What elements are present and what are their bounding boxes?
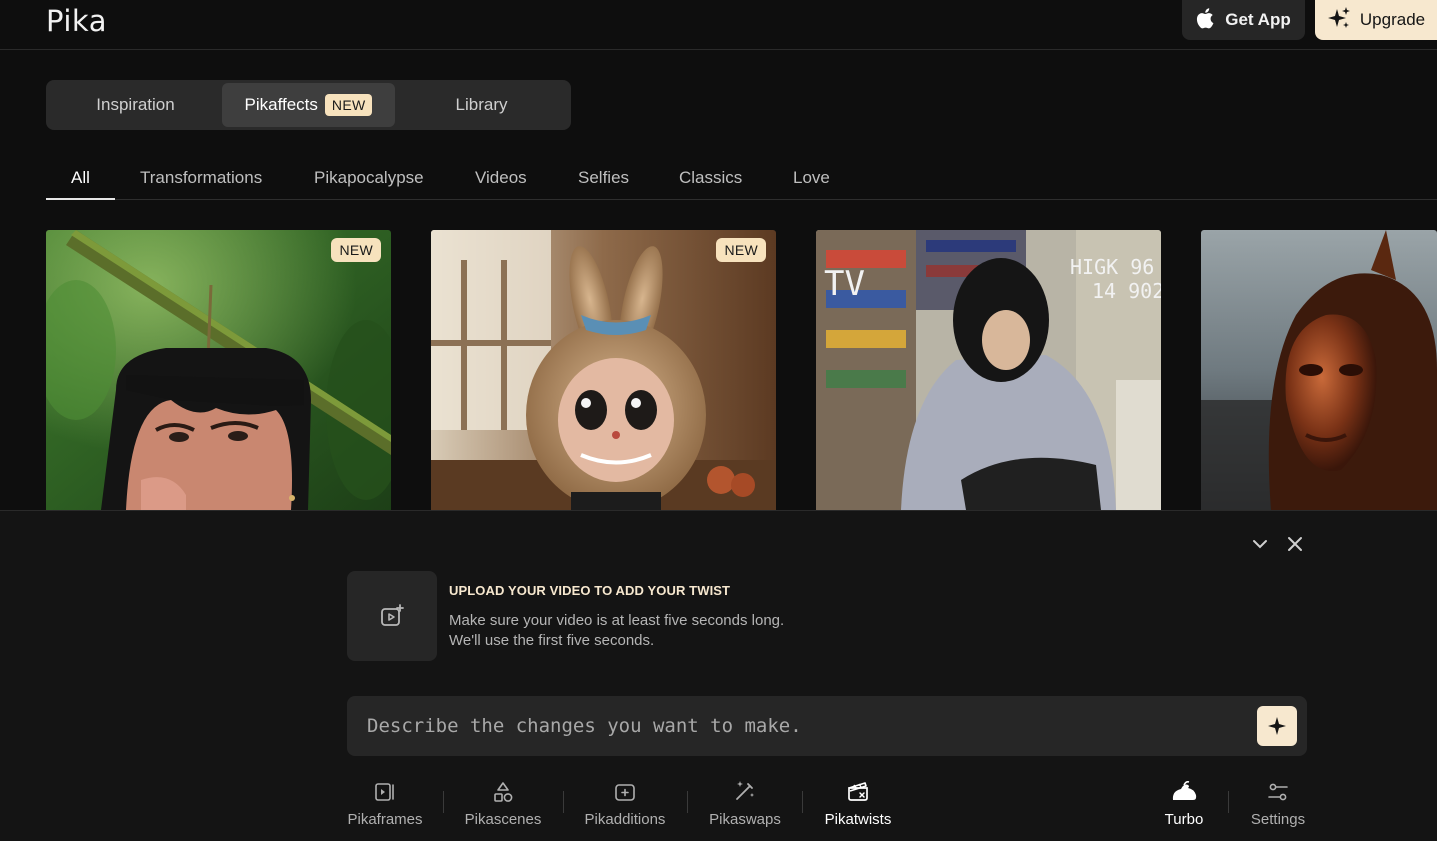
tool-label: Pikadditions — [584, 811, 666, 828]
sparkle-icon — [1268, 717, 1286, 735]
category-classics[interactable]: Classics — [679, 155, 742, 200]
top-header: Pika Get App Upgrade — [0, 0, 1437, 50]
divider — [1228, 791, 1229, 813]
card-thumbnail — [46, 230, 391, 510]
tool-label: Pikaframes — [347, 811, 423, 828]
effect-card[interactable] — [1201, 230, 1437, 510]
section-tabs: Inspiration Pikaffects NEW Library — [46, 80, 571, 130]
tool-label: Settings — [1250, 811, 1306, 828]
tool-settings[interactable]: Settings — [1246, 773, 1310, 833]
vhs-overlay-text: 14 902 — [1092, 279, 1161, 303]
category-tabs: All Transformations Pikapocalypse Videos… — [46, 155, 1437, 200]
app-page: Pika Get App Upgrade Inspiration Pikaffe… — [0, 0, 1437, 841]
chevron-down-icon — [1253, 540, 1267, 549]
pika-logo[interactable]: Pika — [46, 4, 107, 38]
create-panel: UPLOAD YOUR VIDEO TO ADD YOUR TWIST Make… — [0, 510, 1437, 841]
upload-title: UPLOAD YOUR VIDEO TO ADD YOUR TWIST — [449, 583, 731, 598]
new-badge: NEW — [324, 94, 373, 116]
tool-label: Turbo — [1164, 811, 1204, 828]
upload-video-button[interactable] — [347, 571, 437, 661]
effect-card[interactable]: TV HIGK 96 14 902 — [816, 230, 1161, 510]
tool-pikascenes[interactable]: Pikascenes — [462, 773, 544, 833]
rabbit-icon — [1172, 781, 1197, 800]
upgrade-label: Upgrade — [1359, 10, 1426, 29]
divider — [563, 791, 564, 813]
frames-icon — [375, 783, 394, 801]
generate-button[interactable] — [1257, 706, 1297, 746]
vhs-overlay-text: HIGK 96 — [1070, 255, 1154, 279]
divider — [443, 791, 444, 813]
tool-label: Pikatwists — [824, 811, 892, 828]
category-pikapocalypse[interactable]: Pikapocalypse — [314, 155, 424, 200]
tool-label: Pikaswaps — [709, 811, 781, 828]
collapse-button[interactable] — [1249, 533, 1271, 555]
tool-pikaswaps[interactable]: Pikaswaps — [706, 773, 784, 833]
upload-description: Make sure your video is at least five se… — [449, 612, 785, 629]
active-tab-indicator — [46, 198, 115, 200]
get-app-label: Get App — [1225, 10, 1291, 29]
card-thumbnail — [431, 230, 776, 510]
tool-turbo[interactable]: Turbo — [1160, 773, 1208, 833]
apple-icon — [1196, 7, 1216, 34]
video-upload-icon — [381, 604, 404, 626]
tab-pikaffects[interactable]: Pikaffects NEW — [222, 83, 395, 127]
upload-description: We'll use the first five seconds. — [449, 632, 655, 649]
sliders-icon — [1268, 783, 1288, 801]
close-button[interactable] — [1284, 533, 1306, 555]
category-selfies[interactable]: Selfies — [578, 155, 629, 200]
tool-pikatwists[interactable]: Pikatwists — [821, 773, 895, 833]
new-badge: NEW — [716, 238, 766, 262]
tab-label: Pikaffects — [244, 95, 318, 114]
divider — [687, 791, 688, 813]
tab-inspiration[interactable]: Inspiration — [49, 83, 222, 127]
category-videos[interactable]: Videos — [475, 155, 527, 200]
divider — [802, 791, 803, 813]
category-love[interactable]: Love — [793, 155, 830, 200]
tab-library[interactable]: Library — [395, 83, 568, 127]
clapperboard-icon — [848, 782, 868, 801]
prompt-input[interactable] — [347, 696, 1247, 756]
tab-label: Inspiration — [96, 95, 175, 114]
tool-label: Pikascenes — [464, 811, 542, 828]
magic-wand-icon — [736, 781, 754, 800]
upgrade-button[interactable]: Upgrade — [1315, 0, 1437, 40]
new-badge: NEW — [331, 238, 381, 262]
close-icon — [1288, 537, 1302, 551]
card-thumbnail — [1201, 230, 1437, 510]
tab-label: Library — [455, 95, 508, 114]
tool-pikadditions[interactable]: Pikadditions — [582, 773, 668, 833]
category-transformations[interactable]: Transformations — [140, 155, 262, 200]
tool-pikaframes[interactable]: Pikaframes — [346, 773, 424, 833]
get-app-button[interactable]: Get App — [1182, 0, 1305, 40]
effect-card[interactable]: NEW — [431, 230, 776, 510]
add-layer-icon — [615, 784, 635, 801]
shapes-icon — [494, 782, 513, 802]
prompt-box — [347, 696, 1307, 756]
vhs-overlay-text: TV — [824, 264, 865, 304]
category-all[interactable]: All — [71, 155, 90, 200]
sparkle-icon — [1327, 6, 1351, 35]
card-thumbnail: TV HIGK 96 14 902 — [816, 230, 1161, 510]
effect-card[interactable]: NEW — [46, 230, 391, 510]
